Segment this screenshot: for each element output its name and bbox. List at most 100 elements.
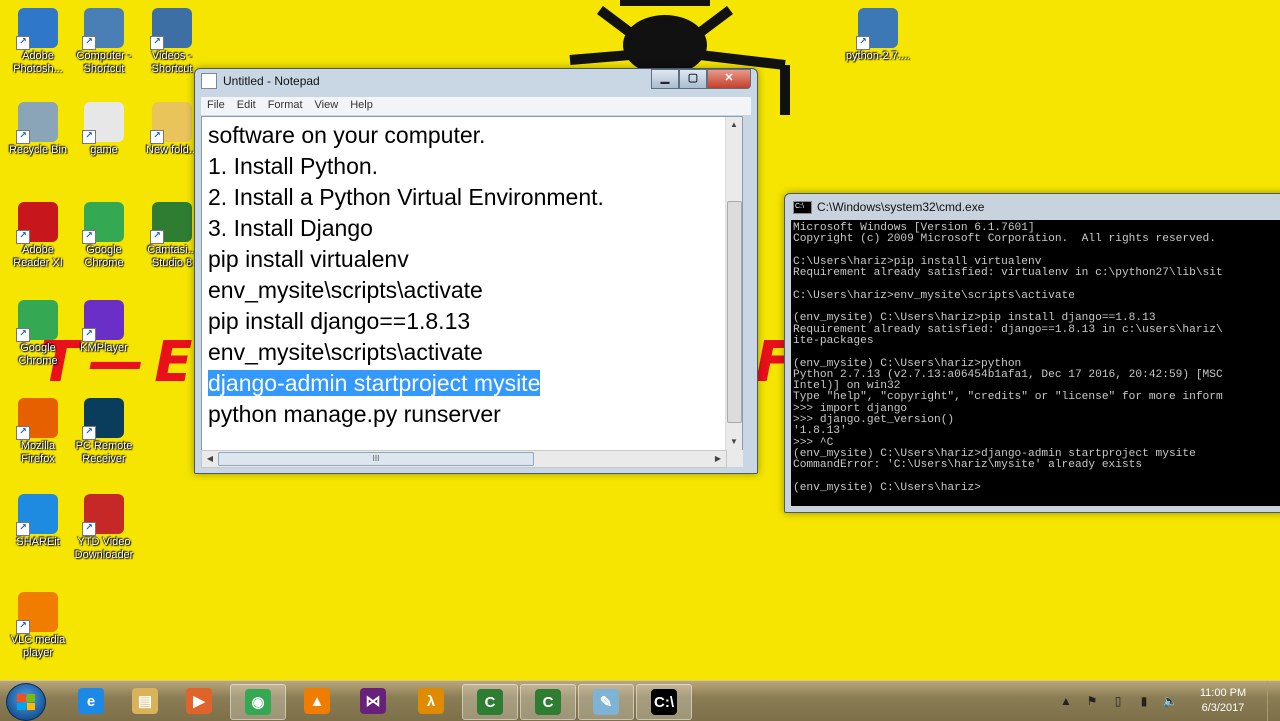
shortcut-arrow-icon: ↗ — [16, 620, 30, 634]
clock[interactable]: 11:00 PM 6/3/2017 — [1183, 686, 1263, 716]
notepad-line: django-admin startproject mysite — [208, 368, 604, 399]
desktop-icon[interactable]: ↗ Videos - Shortcut — [136, 8, 208, 76]
shortcut-arrow-icon: ↗ — [16, 36, 30, 50]
menu-view[interactable]: View — [309, 97, 345, 115]
maximize-button[interactable]: ▢ — [679, 69, 707, 89]
taskbar-button[interactable]: C — [462, 684, 518, 720]
camtasia-icon: ↗ — [150, 202, 192, 244]
resize-grip[interactable] — [727, 450, 743, 467]
horizontal-scroll-thumb[interactable]: III — [218, 452, 534, 466]
notepad-window[interactable]: Untitled - Notepad ▁ ▢ ✕ File Edit Forma… — [194, 68, 758, 474]
vertical-scrollbar[interactable]: ▲ ▼ — [725, 117, 742, 450]
shortcut-arrow-icon: ↗ — [16, 522, 30, 536]
desktop-icon-label: KMPlayer — [80, 342, 128, 354]
desktop-icon-label: VLC media player — [10, 634, 66, 659]
taskbar-button[interactable]: ▲ — [290, 684, 344, 718]
desktop-icon[interactable]: ↗ VLC media player — [2, 592, 74, 660]
notepad-line-text: env_mysite\scripts\activate — [208, 277, 483, 303]
desktop-icon-label: Adobe Reader XI — [13, 244, 63, 269]
notepad-line-text: software on your computer. — [208, 122, 486, 148]
vertical-scroll-thumb[interactable] — [727, 201, 742, 423]
taskbar-button[interactable]: e — [64, 684, 118, 718]
scroll-right-arrow-icon[interactable]: ▶ — [710, 451, 726, 467]
show-hidden-icons-icon[interactable]: ▲ — [1057, 693, 1075, 709]
notepad-line: 3. Install Django — [208, 213, 604, 244]
half-life-icon: λ — [418, 688, 444, 714]
desktop-icon[interactable]: ↗ YTD Video Downloader — [68, 494, 140, 562]
chrome-icon: ↗ — [16, 300, 58, 342]
network-signal-icon[interactable]: ▮ — [1135, 693, 1153, 709]
desktop-icon-label: Computer - Shortcut — [76, 50, 132, 75]
shortcut-arrow-icon: ↗ — [82, 230, 96, 244]
menu-edit[interactable]: Edit — [231, 97, 262, 115]
taskbar-button[interactable]: C:\ — [636, 684, 692, 720]
desktop-icon[interactable]: ↗ Google Chrome — [2, 300, 74, 368]
cmd-title: C:\Windows\system32\cmd.exe — [817, 200, 985, 214]
usb-device-icon[interactable]: ▯ — [1109, 693, 1127, 709]
close-button[interactable]: ✕ — [707, 69, 751, 89]
start-button[interactable] — [6, 683, 46, 721]
notepad-app-icon — [201, 73, 217, 89]
shortcut-arrow-icon: ↗ — [82, 426, 96, 440]
desktop-icon-label: python-2.7.... — [845, 50, 911, 62]
scroll-down-arrow-icon[interactable]: ▼ — [726, 434, 742, 450]
system-tray: ▲ ⚑ ▯ ▮ 🔈 11:00 PM 6/3/2017 — [1053, 681, 1280, 721]
notepad-text-area[interactable]: software on your computer. 1. Install Pyt… — [201, 116, 743, 451]
desktop-icon[interactable]: ↗ python-2.7.... — [842, 8, 914, 63]
notepad-line: 1. Install Python. — [208, 151, 604, 182]
notepad-line-text: 2. Install a Python Virtual Environment. — [208, 184, 604, 210]
python-file-icon: ↗ — [82, 102, 124, 144]
console-line: >>> django.get_version() — [793, 414, 955, 427]
notepad-line: pip install django==1.8.13 — [208, 306, 604, 337]
desktop-icon[interactable]: ↗ Computer - Shortcut — [68, 8, 140, 76]
taskbar-button[interactable]: ◉ — [230, 684, 286, 720]
notepad-line: 2. Install a Python Virtual Environment. — [208, 182, 604, 213]
shortcut-arrow-icon: ↗ — [150, 230, 164, 244]
shortcut-arrow-icon: ↗ — [16, 426, 30, 440]
notepad-line-text: 3. Install Django — [208, 215, 373, 241]
camtasia-studio-icon: C — [535, 689, 561, 715]
console-line: Copyright (c) 2009 Microsoft Corporation… — [793, 233, 1216, 246]
notepad-line: env_mysite\scripts\activate — [208, 337, 604, 368]
scroll-left-arrow-icon[interactable]: ◀ — [202, 451, 218, 467]
taskbar: e ▤ ▶ ◉ ▲ ⋈ λ C C ✎ C:\ ▲ ⚑ ▯ ▮ 🔈 11:00 PM 6/3/201… — [0, 680, 1280, 721]
menu-format[interactable]: Format — [262, 97, 309, 115]
menu-file[interactable]: File — [201, 97, 231, 115]
desktop-icon-label: YTD Video Downloader — [74, 536, 134, 561]
taskbar-button[interactable]: λ — [404, 684, 458, 718]
show-desktop-button[interactable] — [1267, 681, 1280, 721]
desktop-icon[interactable]: ↗ Adobe Reader XI — [2, 202, 74, 270]
taskbar-button[interactable]: ▤ — [118, 684, 172, 718]
python-installer-icon: ↗ — [856, 8, 898, 50]
shareit-icon: ↗ — [16, 494, 58, 536]
desktop-icon[interactable]: ↗ Adobe Photosh... — [2, 8, 74, 76]
console-line: ite-packages — [793, 334, 874, 347]
desktop-icon[interactable]: ↗ PC Remote Receiver — [68, 398, 140, 466]
taskbar-button[interactable]: ▶ — [172, 684, 226, 718]
desktop-icon[interactable]: ↗ Recycle Bin — [2, 102, 74, 157]
console-line: C:\Users\hariz>env_mysite\scripts\activa… — [793, 289, 1075, 302]
menu-help[interactable]: Help — [344, 97, 379, 115]
horizontal-scrollbar[interactable]: ◀ III ▶ — [201, 450, 727, 468]
volume-icon[interactable]: 🔈 — [1161, 693, 1179, 709]
taskbar-button[interactable]: ⋈ — [346, 684, 400, 718]
taskbar-button[interactable]: C — [520, 684, 576, 720]
taskbar-button[interactable]: ✎ — [578, 684, 634, 720]
action-center-flag-icon[interactable]: ⚑ — [1083, 693, 1101, 709]
cmd-window[interactable]: C:\ C:\Windows\system32\cmd.exe Microsof… — [784, 193, 1280, 513]
scroll-up-arrow-icon[interactable]: ▲ — [726, 117, 742, 133]
windows-logo-icon — [17, 694, 35, 710]
desktop-icon[interactable]: ↗ KMPlayer — [68, 300, 140, 355]
desktop-icon[interactable]: ↗ Mozilla Firefox — [2, 398, 74, 466]
vlc-icon: ↗ — [16, 592, 58, 634]
desktop-icon[interactable]: ↗ SHAREit — [2, 494, 74, 549]
cmd-titlebar[interactable]: C:\ C:\Windows\system32\cmd.exe — [785, 194, 1280, 220]
notepad-line: pip install virtualenv — [208, 244, 604, 275]
desktop-icon[interactable]: ↗ game — [68, 102, 140, 157]
console-line: Requirement already satisfied: virtualen… — [793, 267, 1223, 280]
minimize-button[interactable]: ▁ — [651, 69, 679, 89]
desktop-icon[interactable]: ↗ Google Chrome — [68, 202, 140, 270]
cmd-console[interactable]: Microsoft Windows [Version 6.1.7601] Copy… — [791, 220, 1280, 506]
folder-icon: ↗ — [150, 102, 192, 144]
